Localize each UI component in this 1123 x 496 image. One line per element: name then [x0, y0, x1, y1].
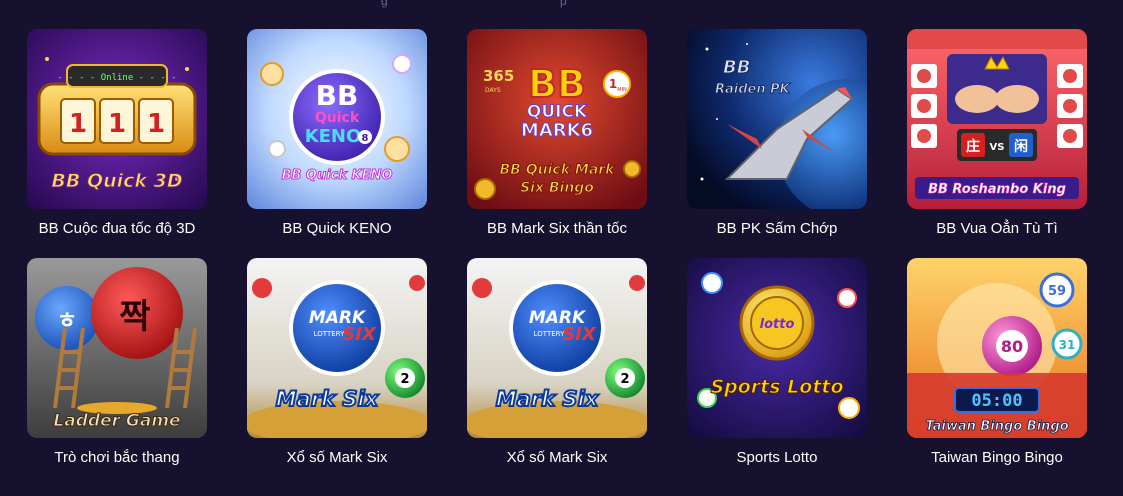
game-thumbnail[interactable]: MARK LOTTERY SIX 2 Mark Six: [467, 258, 647, 438]
logo-mark6: MARK6: [521, 120, 593, 141]
coin-label: lotto: [760, 317, 795, 332]
game-lobby-page: g p - - - - Online - - - - 1 1 1 BB Quic…: [0, 0, 1123, 496]
game-card-bb-quick-3d[interactable]: - - - - Online - - - - 1 1 1 BB Quick 3D…: [27, 29, 207, 238]
spaceship-icon: BB Raiden PK: [687, 29, 867, 209]
game-title[interactable]: BB Mark Six thần tốc: [467, 220, 647, 238]
game-card-bb-pk[interactable]: BB Raiden PK BB PK Sấm Chớp: [687, 29, 867, 238]
game-title[interactable]: BB Vua Oẳn Tù Tì: [907, 220, 1087, 238]
lottery-ball-icon: MARK LOTTERY SIX 2 Mark Six: [247, 258, 427, 438]
game-card-bb-mark-six[interactable]: 365 DAYS 1 MIN BB QUICK MARK6 BB Quick M…: [467, 29, 647, 238]
ball-left-glyph: ㅎ: [57, 309, 77, 334]
art-title-line-1: BB: [723, 57, 750, 78]
art-title: Taiwan Bingo Bingo: [925, 419, 1068, 434]
game-thumbnail[interactable]: 59 31 80 05:00 Taiwan Bingo Bingo: [907, 258, 1087, 438]
logo-quick: QUICK: [527, 102, 588, 122]
game-thumbnail[interactable]: MARK LOTTERY SIX 2 Mark Six: [247, 258, 427, 438]
ball-main-number: 80: [1001, 337, 1023, 356]
ball-number: 2: [400, 372, 409, 387]
game-title[interactable]: Xổ số Mark Six: [247, 449, 427, 467]
game-card-bb-roshambo-king[interactable]: 庄 VS 闲 BB Roshambo King BB Vua Oẳn Tù Tì: [907, 29, 1087, 238]
logo-keno: KENO: [305, 126, 362, 147]
game-card-bb-quick-keno[interactable]: BB Quick KENO 8 BB Quick KENO BB Quick K…: [247, 29, 427, 238]
art-title-line-1: BB Quick Mark: [500, 162, 617, 178]
game-title[interactable]: Sports Lotto: [687, 449, 867, 467]
mark-six-icon: 365 DAYS 1 MIN BB QUICK MARK6 BB Quick M…: [467, 29, 647, 209]
reel-digit-1: 1: [69, 109, 87, 139]
logo-six: SIX: [562, 324, 597, 345]
art-title: Mark Six: [276, 387, 380, 411]
logo-bb: BB: [528, 62, 586, 106]
game-grid: - - - - Online - - - - 1 1 1 BB Quick 3D…: [27, 29, 1097, 467]
game-title[interactable]: Xổ số Mark Six: [467, 449, 647, 467]
art-title: BB Quick KENO: [282, 168, 393, 183]
ball-right-glyph: 짝: [119, 297, 150, 337]
logo-number: 8: [362, 133, 369, 144]
game-title[interactable]: BB PK Sấm Chớp: [687, 220, 867, 238]
art-title: Sports Lotto: [710, 376, 843, 398]
header-fragment: g p: [0, 0, 1123, 8]
art-title: Mark Six: [496, 387, 600, 411]
game-card-mark-six-2[interactable]: MARK LOTTERY SIX 2 Mark Six Xổ số Mark S…: [467, 258, 647, 467]
art-title-line-2: Raiden PK: [715, 82, 791, 97]
min-number: 1: [609, 77, 617, 91]
keno-ball-icon: BB Quick KENO 8 BB Quick KENO: [247, 29, 427, 209]
timer-display: 05:00: [971, 391, 1022, 411]
sports-lotto-coin-icon: lotto Sports Lotto: [687, 258, 867, 438]
ball-side-number: 31: [1059, 338, 1076, 352]
reel-digit-3: 1: [147, 109, 165, 139]
art-title: BB Roshambo King: [928, 182, 1066, 197]
game-thumbnail[interactable]: lotto Sports Lotto: [687, 258, 867, 438]
art-title: Ladder Game: [53, 411, 180, 431]
game-thumbnail[interactable]: BB Quick KENO 8 BB Quick KENO: [247, 29, 427, 209]
game-thumbnail[interactable]: ㅎ 짝 Ladder Game: [27, 258, 207, 438]
min-label: MIN: [617, 87, 627, 93]
art-title: BB Quick 3D: [51, 170, 182, 192]
game-thumbnail[interactable]: 庄 VS 闲 BB Roshambo King: [907, 29, 1087, 209]
days-label: DAYS: [485, 87, 501, 94]
game-card-sports-lotto[interactable]: lotto Sports Lotto Sports Lotto: [687, 258, 867, 467]
logo-lottery: LOTTERY: [534, 330, 565, 338]
days-number: 365: [483, 67, 514, 85]
game-thumbnail[interactable]: - - - - Online - - - - 1 1 1 BB Quick 3D: [27, 29, 207, 209]
player-label: 闲: [1014, 139, 1028, 155]
logo-lottery: LOTTERY: [314, 330, 345, 338]
game-thumbnail[interactable]: BB Raiden PK: [687, 29, 867, 209]
vs-label: VS: [990, 142, 1005, 153]
rock-paper-scissors-icon: 庄 VS 闲 BB Roshambo King: [907, 29, 1087, 209]
logo-six: SIX: [342, 324, 377, 345]
ball-top-number: 59: [1048, 284, 1066, 299]
game-title[interactable]: BB Quick KENO: [247, 220, 427, 238]
header-fragment-left: g: [381, 0, 388, 8]
game-title[interactable]: BB Cuộc đua tốc độ 3D: [27, 220, 207, 238]
game-title[interactable]: Trò chơi bắc thang: [27, 449, 207, 467]
lottery-ball-icon: MARK LOTTERY SIX 2 Mark Six: [467, 258, 647, 438]
reel-digit-2: 1: [108, 109, 126, 139]
ladder-icon: ㅎ 짝 Ladder Game: [27, 258, 207, 438]
game-title[interactable]: Taiwan Bingo Bingo: [907, 449, 1087, 467]
banker-label: 庄: [966, 138, 980, 155]
game-card-ladder-game[interactable]: ㅎ 짝 Ladder Game Trò chơi bắc thang: [27, 258, 207, 467]
logo-quick: Quick: [315, 110, 360, 126]
game-thumbnail[interactable]: 365 DAYS 1 MIN BB QUICK MARK6 BB Quick M…: [467, 29, 647, 209]
art-title-line-2: Six Bingo: [520, 180, 594, 196]
header-fragment-right: p: [560, 0, 567, 8]
slot-machine-icon: - - - - Online - - - - 1 1 1 BB Quick 3D: [27, 29, 207, 209]
online-badge: - - - - Online - - - -: [57, 73, 176, 83]
ball-number: 2: [620, 372, 629, 387]
game-card-mark-six-1[interactable]: MARK LOTTERY SIX 2 Mark Six Xổ số Mark S…: [247, 258, 427, 467]
logo-bb: BB: [316, 79, 359, 112]
game-card-taiwan-bingo[interactable]: 59 31 80 05:00 Taiwan Bingo Bingo Taiwan…: [907, 258, 1087, 467]
bingo-ball-icon: 59 31 80 05:00 Taiwan Bingo Bingo: [907, 258, 1087, 438]
